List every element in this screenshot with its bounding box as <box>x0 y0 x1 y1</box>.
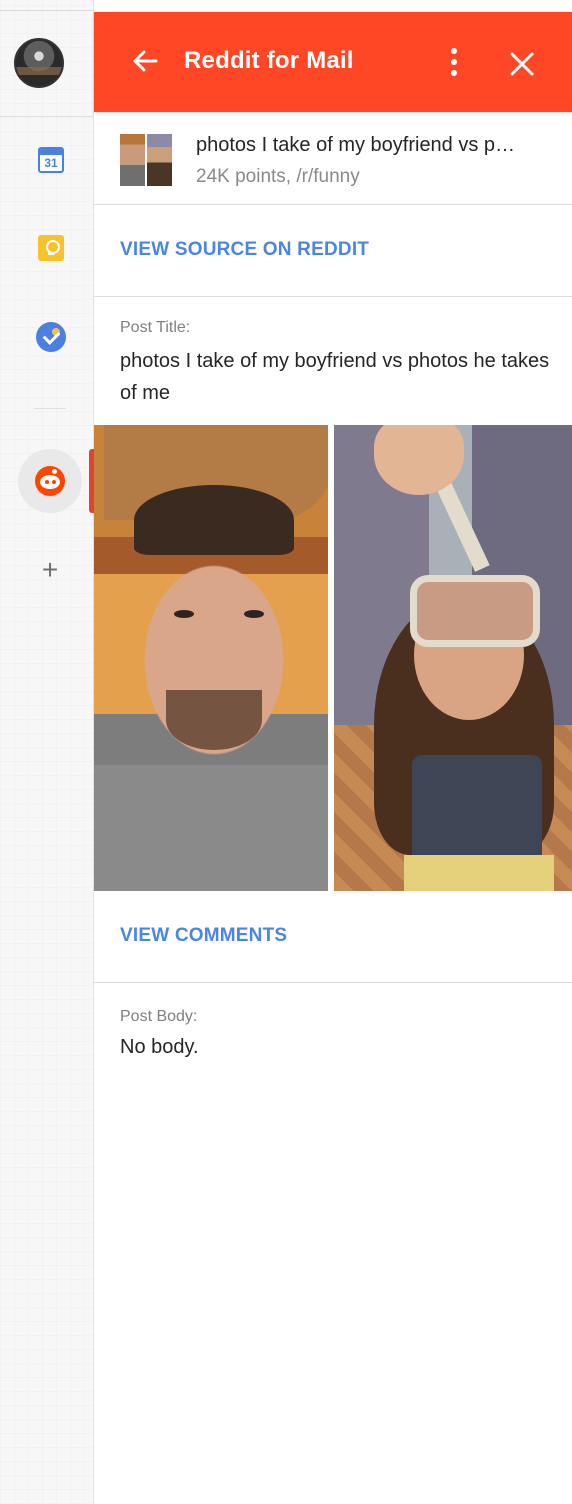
plus-icon[interactable]: + <box>36 556 64 584</box>
post-body-text: No body. <box>120 1036 199 1058</box>
post-summary-meta: 24K points, /r/funny <box>196 166 360 187</box>
post-thumbnail <box>120 134 172 186</box>
view-comments-row: VIEW COMMENTS <box>94 891 572 983</box>
keep-icon[interactable] <box>38 235 64 261</box>
more-vert-icon[interactable] <box>444 48 464 78</box>
view-source-row: VIEW SOURCE ON REDDIT <box>94 205 572 297</box>
calendar-day: 31 <box>44 156 58 170</box>
post-title-text: photos I take of my boyfriend vs photos … <box>120 350 550 404</box>
post-image-right <box>334 425 572 891</box>
post-body-section: Post Body: No body. <box>94 984 572 1104</box>
calendar-icon-bar <box>40 149 62 155</box>
arrow-left-icon[interactable] <box>130 46 160 76</box>
app-title: Reddit for Mail <box>184 47 354 74</box>
app-bar: Reddit for Mail <box>94 12 572 112</box>
post-image[interactable] <box>94 425 572 891</box>
reddit-icon-antenna <box>52 469 57 474</box>
rail-top-divider <box>0 10 94 11</box>
reddit-panel: Reddit for Mail photos I take of my boyf… <box>94 12 572 1504</box>
post-title-label: Post Title: <box>120 319 191 336</box>
post-summary[interactable]: photos I take of my boyfriend vs p… 24K … <box>94 112 572 205</box>
view-source-link[interactable]: VIEW SOURCE ON REDDIT <box>120 239 369 261</box>
side-rail: 31 + <box>0 0 94 1504</box>
view-comments-link[interactable]: VIEW COMMENTS <box>120 925 287 947</box>
rail-divider-short <box>34 408 66 409</box>
post-body-label: Post Body: <box>120 1008 198 1025</box>
reddit-icon[interactable] <box>35 466 65 496</box>
account-avatar[interactable] <box>14 38 64 88</box>
post-title-section: Post Title: photos I take of my boyfrien… <box>94 297 572 425</box>
close-icon[interactable] <box>508 50 536 78</box>
rail-divider <box>0 116 94 117</box>
reddit-icon-eye-right <box>52 480 56 484</box>
calendar-icon[interactable]: 31 <box>38 147 64 173</box>
reddit-icon-eye-left <box>45 480 49 484</box>
post-image-left <box>94 425 328 891</box>
post-summary-title: photos I take of my boyfriend vs p… <box>196 134 516 156</box>
reddit-icon-face <box>40 475 60 489</box>
tasks-icon[interactable] <box>36 322 66 352</box>
